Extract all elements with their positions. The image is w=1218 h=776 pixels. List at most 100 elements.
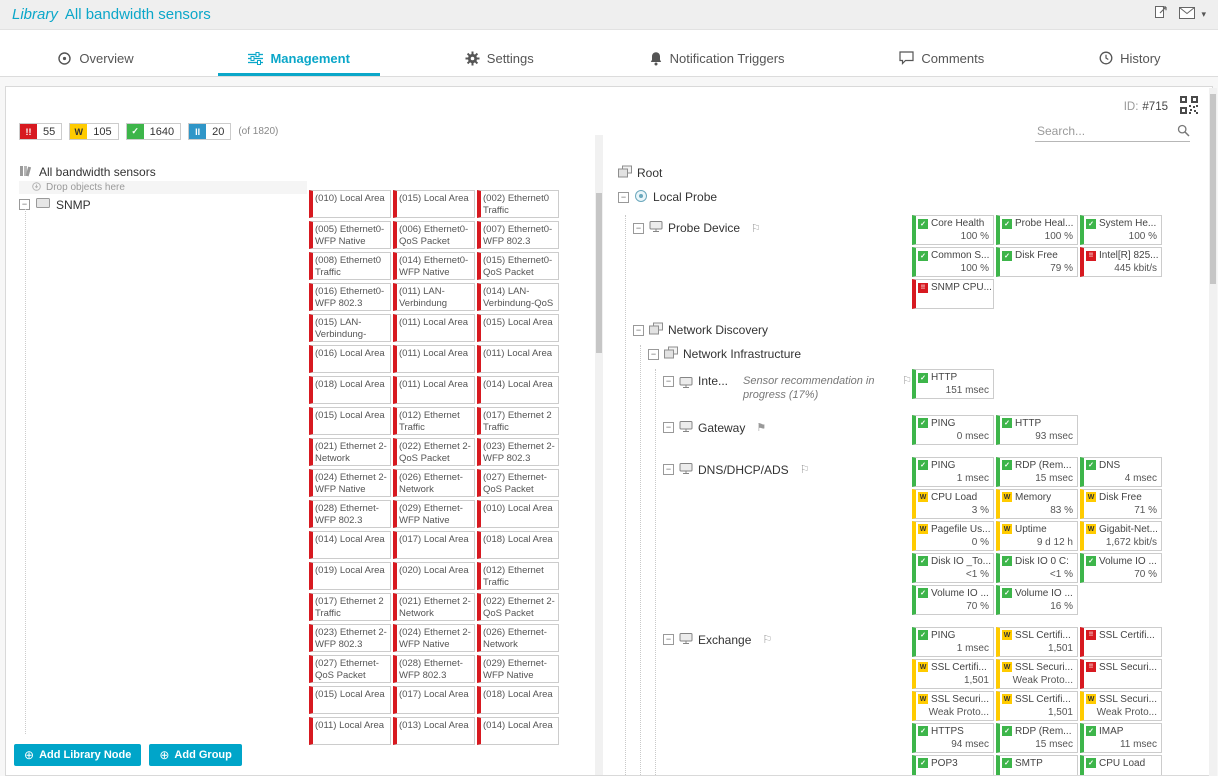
middle-scrollbar-thumb[interactable] <box>596 193 602 353</box>
report-icon[interactable] <box>1153 4 1169 25</box>
drop-target[interactable]: Drop objects here <box>19 181 307 194</box>
device-name[interactable]: Inte... <box>698 374 728 388</box>
probe-label[interactable]: Local Probe <box>653 190 717 204</box>
status-badge-paused[interactable]: II20 <box>188 123 231 140</box>
tab-comments[interactable]: Comments <box>869 43 1014 76</box>
search-input[interactable] <box>1035 121 1190 142</box>
library-sensor-item[interactable]: (023) Ethernet 2-WFP 802.3 <box>309 624 391 652</box>
breadcrumb-section[interactable]: Library <box>12 6 58 23</box>
library-sensor-item[interactable]: (011) Local Area <box>309 717 391 745</box>
collapse-toggle-icon[interactable]: − <box>648 349 659 360</box>
add-group-button[interactable]: ⊕ Add Group <box>149 744 242 766</box>
status-badge-up[interactable]: ✓1640 <box>126 123 181 140</box>
sensor-chip[interactable]: WSSL Certifi...1,501 <box>996 627 1078 657</box>
library-node-label[interactable]: SNMP <box>56 198 91 212</box>
library-root-label[interactable]: All bandwidth sensors <box>39 165 156 179</box>
library-sensor-item[interactable]: (010) Local Area <box>477 500 559 528</box>
tab-settings[interactable]: Settings <box>435 43 564 76</box>
sensor-chip[interactable]: ✓SMTP <box>996 755 1078 776</box>
root-label[interactable]: Root <box>637 166 662 180</box>
group-label[interactable]: Network Infrastructure <box>683 347 801 361</box>
library-sensor-item[interactable]: (024) Ethernet 2-WFP Native <box>309 469 391 497</box>
collapse-toggle-icon[interactable]: − <box>633 223 644 234</box>
sensor-chip[interactable]: WSSL Securi...Weak Proto... <box>1080 691 1162 721</box>
library-sensor-item[interactable]: (026) Ethernet-Network <box>477 624 559 652</box>
library-sensor-item[interactable]: (026) Ethernet-Network <box>393 469 475 497</box>
tab-notification-triggers[interactable]: Notification Triggers <box>619 43 815 76</box>
library-sensor-item[interactable]: (011) Local Area <box>477 345 559 373</box>
library-sensor-item[interactable]: (021) Ethernet 2-Network <box>393 593 475 621</box>
sensor-chip[interactable]: WSSL Securi...Weak Proto... <box>996 659 1078 689</box>
library-sensor-item[interactable]: (013) Local Area <box>393 717 475 745</box>
library-sensor-item[interactable]: (007) Ethernet0-WFP 802.3 <box>477 221 559 249</box>
library-sensor-item[interactable]: (014) Ethernet0-WFP Native <box>393 252 475 280</box>
library-sensor-item[interactable]: (015) Local Area <box>309 407 391 435</box>
library-sensor-item[interactable]: (012) Ethernet Traffic <box>477 562 559 590</box>
sensor-chip[interactable]: ✓Probe Heal...100 % <box>996 215 1078 245</box>
sensor-chip[interactable]: WGigabit-Net...1,672 kbit/s <box>1080 521 1162 551</box>
sensor-chip[interactable]: ✓Volume IO ...70 % <box>912 585 994 615</box>
tab-overview[interactable]: Overview <box>27 43 163 76</box>
library-sensor-item[interactable]: (029) Ethernet-WFP Native <box>477 655 559 683</box>
status-badge-warning[interactable]: W105 <box>69 123 118 140</box>
sensor-chip[interactable]: WSSL Securi...Weak Proto... <box>912 691 994 721</box>
sensor-chip[interactable]: WDisk Free71 % <box>1080 489 1162 519</box>
collapse-toggle-icon[interactable]: − <box>663 634 674 645</box>
sensor-chip[interactable]: ✓HTTPS94 msec <box>912 723 994 753</box>
library-sensor-item[interactable]: (012) Ethernet Traffic <box>393 407 475 435</box>
library-sensor-item[interactable]: (011) Local Area <box>393 314 475 342</box>
tree-node-network-discovery[interactable]: − Network Discovery <box>633 321 1196 339</box>
library-sensor-item[interactable]: (015) LAN-Verbindung- <box>309 314 391 342</box>
library-sensor-item[interactable]: (015) Local Area <box>393 190 475 218</box>
sensor-chip[interactable]: ✓PING0 msec <box>912 415 994 445</box>
library-sensor-item[interactable]: (011) Local Area <box>393 345 475 373</box>
library-sensor-item[interactable]: (021) Ethernet 2-Network <box>309 438 391 466</box>
device-name[interactable]: Exchange <box>698 633 751 647</box>
status-badge-down[interactable]: !!55 <box>19 123 62 140</box>
sensor-chip[interactable]: !!SNMP CPU... <box>912 279 994 309</box>
collapse-toggle-icon[interactable]: − <box>663 376 674 387</box>
library-sensor-item[interactable]: (014) Local Area <box>477 717 559 745</box>
sensor-chip[interactable]: ✓Core Health100 % <box>912 215 994 245</box>
library-sensor-item[interactable]: (018) Local Area <box>477 531 559 559</box>
library-sensor-item[interactable]: (022) Ethernet 2-QoS Packet <box>477 593 559 621</box>
library-sensor-item[interactable]: (015) Local Area <box>477 314 559 342</box>
sensor-chip[interactable]: ✓HTTP151 msec <box>912 369 994 399</box>
sensor-chip[interactable]: ✓Disk Free79 % <box>996 247 1078 277</box>
qr-code-icon[interactable] <box>1180 96 1198 119</box>
library-sensor-item[interactable]: (002) Ethernet0 Traffic <box>477 190 559 218</box>
page-scrollbar-thumb[interactable] <box>1210 94 1216 284</box>
library-sensor-item[interactable]: (014) Local Area <box>477 376 559 404</box>
library-sensor-item[interactable]: (008) Ethernet0 Traffic <box>309 252 391 280</box>
tree-node-local-probe[interactable]: − Local Probe <box>618 188 1196 206</box>
search-icon[interactable] <box>1177 124 1190 142</box>
library-sensor-item[interactable]: (023) Ethernet 2-WFP 802.3 <box>477 438 559 466</box>
library-node-snmp[interactable]: − SNMP <box>19 197 307 212</box>
sensor-chip[interactable]: ✓HTTP93 msec <box>996 415 1078 445</box>
library-sensor-item[interactable]: (015) Local Area <box>309 686 391 714</box>
sensor-chip[interactable]: WUptime9 d 12 h <box>996 521 1078 551</box>
sensor-chip[interactable]: ✓Volume IO ...16 % <box>996 585 1078 615</box>
sensor-chip[interactable]: !!SSL Securi... <box>1080 659 1162 689</box>
library-sensor-item[interactable]: (017) Local Area <box>393 686 475 714</box>
sensor-chip[interactable]: ✓IMAP11 msec <box>1080 723 1162 753</box>
sensor-chip[interactable]: WCPU Load3 % <box>912 489 994 519</box>
library-sensor-item[interactable]: (017) Ethernet 2 Traffic <box>477 407 559 435</box>
add-library-node-button[interactable]: ⊕ Add Library Node <box>14 744 141 766</box>
sensor-chip[interactable]: ✓System He...100 % <box>1080 215 1162 245</box>
library-sensor-item[interactable]: (027) Ethernet-QoS Packet <box>309 655 391 683</box>
tab-history[interactable]: History <box>1069 43 1190 76</box>
caret-down-icon[interactable]: ▾ <box>1201 9 1206 20</box>
sensor-chip[interactable]: ✓Volume IO ...70 % <box>1080 553 1162 583</box>
library-sensor-item[interactable]: (018) Local Area <box>309 376 391 404</box>
library-sensor-item[interactable]: (006) Ethernet0-QoS Packet <box>393 221 475 249</box>
library-sensor-item[interactable]: (029) Ethernet-WFP Native <box>393 500 475 528</box>
library-sensor-item[interactable]: (011) LAN-Verbindung <box>393 283 475 311</box>
library-sensor-item[interactable]: (019) Local Area <box>309 562 391 590</box>
library-root-node[interactable]: All bandwidth sensors <box>19 164 307 180</box>
sensor-chip[interactable]: ✓RDP (Rem...15 msec <box>996 457 1078 487</box>
library-sensor-item[interactable]: (016) Local Area <box>309 345 391 373</box>
library-sensor-item[interactable]: (028) Ethernet-WFP 802.3 <box>393 655 475 683</box>
sensor-chip[interactable]: !!Intel[R] 825...445 kbit/s <box>1080 247 1162 277</box>
library-sensor-item[interactable]: (014) LAN-Verbindung-QoS <box>477 283 559 311</box>
